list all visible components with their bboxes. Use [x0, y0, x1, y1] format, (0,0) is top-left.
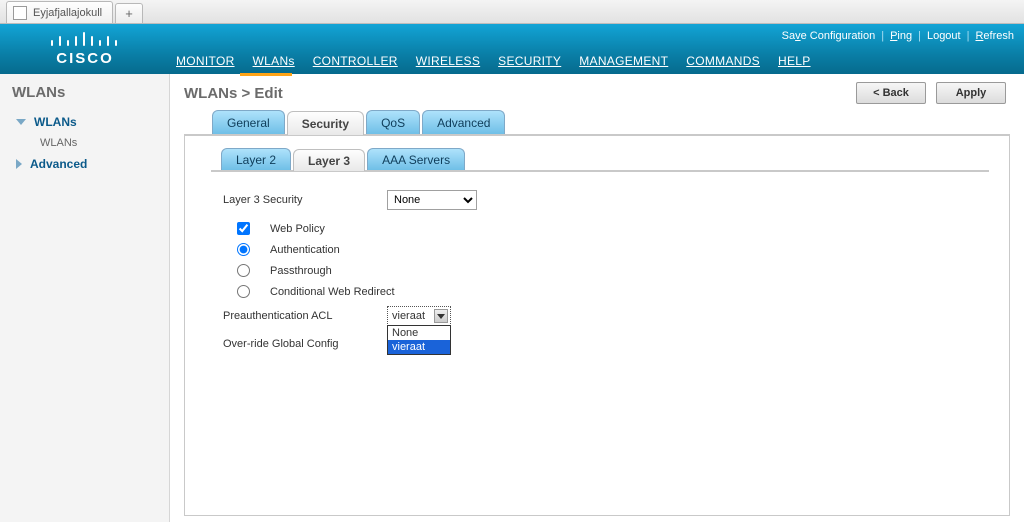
label-preauth-acl: Preauthentication ACL: [223, 310, 373, 322]
nav-controller[interactable]: CONTROLLER: [313, 54, 398, 68]
tab-advanced[interactable]: Advanced: [422, 110, 505, 134]
browser-tab[interactable]: Eyjafjallajokull: [6, 1, 113, 23]
radio-passthrough[interactable]: [237, 264, 250, 277]
svg-text:CISCO: CISCO: [56, 50, 114, 67]
header-links: Save Configuration | Ping | Logout | Ref…: [782, 30, 1014, 42]
tab-general[interactable]: General: [212, 110, 285, 134]
main-panel: WLANs > Edit < Back Apply General Securi…: [170, 74, 1024, 522]
page-icon: [13, 6, 27, 20]
page-title: WLANs > Edit: [184, 85, 283, 102]
label-passthrough: Passthrough: [270, 265, 332, 277]
chevron-down-icon: [16, 119, 26, 125]
main-nav: MONITOR WLANs CONTROLLER WIRELESS SECURI…: [170, 54, 811, 74]
sidebar-title: WLANs: [12, 84, 157, 101]
sidebar-item-wlans-sub[interactable]: WLANs: [12, 133, 157, 153]
content-area: WLANs WLANs WLANs Advanced WLANs > Edit …: [0, 74, 1024, 522]
link-refresh[interactable]: Refresh: [975, 30, 1014, 42]
label-override-global: Over-ride Global Config: [223, 338, 373, 350]
sep: |: [881, 30, 884, 42]
radio-authentication[interactable]: [237, 243, 250, 256]
select-preauth-acl[interactable]: vieraat None vieraat: [387, 306, 451, 326]
tab-qos[interactable]: QoS: [366, 110, 420, 134]
label-conditional-web-redirect: Conditional Web Redirect: [270, 286, 395, 298]
label-l3-security: Layer 3 Security: [223, 194, 373, 206]
nav-wlans[interactable]: WLANs: [253, 54, 295, 68]
label-web-policy: Web Policy: [270, 223, 325, 235]
select-preauth-value: vieraat: [392, 310, 425, 322]
tab-layer2[interactable]: Layer 2: [221, 148, 291, 170]
layer3-form: Layer 3 Security None Web Policy Authent…: [205, 172, 989, 368]
sidebar-item-wlans[interactable]: WLANs: [12, 111, 157, 133]
browser-tab-title: Eyjafjallajokull: [33, 7, 102, 19]
sep: |: [918, 30, 921, 42]
nav-help[interactable]: HELP: [778, 54, 811, 68]
tab-security[interactable]: Security: [287, 111, 364, 135]
dropdown-option-none[interactable]: None: [388, 326, 450, 340]
primary-tabs: General Security QoS Advanced: [184, 110, 1010, 136]
tab-aaa[interactable]: AAA Servers: [367, 148, 465, 170]
browser-tab-bar: Eyjafjallajokull +: [0, 0, 1024, 24]
sidebar-item-advanced[interactable]: Advanced: [12, 153, 157, 175]
back-button[interactable]: < Back: [856, 82, 926, 104]
link-logout[interactable]: Logout: [927, 30, 961, 42]
left-sidebar: WLANs WLANs WLANs Advanced: [0, 74, 170, 522]
nav-wireless[interactable]: WIRELESS: [416, 54, 480, 68]
checkbox-web-policy[interactable]: [237, 222, 250, 235]
security-panel: Layer 2 Layer 3 AAA Servers Layer 3 Secu…: [184, 136, 1010, 516]
nav-management[interactable]: MANAGEMENT: [579, 54, 668, 68]
nav-commands[interactable]: COMMANDS: [686, 54, 760, 68]
nav-monitor[interactable]: MONITOR: [176, 54, 235, 68]
tab-layer3[interactable]: Layer 3: [293, 149, 365, 171]
link-save-config[interactable]: Save Configuration: [782, 30, 876, 42]
dropdown-option-vieraat[interactable]: vieraat: [388, 340, 450, 354]
secondary-tabs: Layer 2 Layer 3 AAA Servers: [211, 148, 989, 172]
apply-button[interactable]: Apply: [936, 82, 1006, 104]
link-ping[interactable]: Ping: [890, 30, 912, 42]
select-l3-security[interactable]: None: [387, 190, 477, 210]
radio-conditional-web-redirect[interactable]: [237, 285, 250, 298]
sidebar-item-label: WLANs: [34, 115, 77, 129]
nav-security[interactable]: SECURITY: [498, 54, 561, 68]
chevron-down-icon: [434, 309, 448, 323]
sep: |: [967, 30, 970, 42]
label-authentication: Authentication: [270, 244, 340, 256]
plus-icon: +: [125, 6, 133, 21]
sidebar-item-label: WLANs: [40, 137, 77, 149]
new-tab-button[interactable]: +: [115, 3, 143, 23]
sidebar-item-label: Advanced: [30, 157, 87, 171]
dropdown-list: None vieraat: [387, 325, 451, 355]
cisco-logo: CISCO: [0, 24, 170, 74]
chevron-right-icon: [16, 159, 22, 169]
